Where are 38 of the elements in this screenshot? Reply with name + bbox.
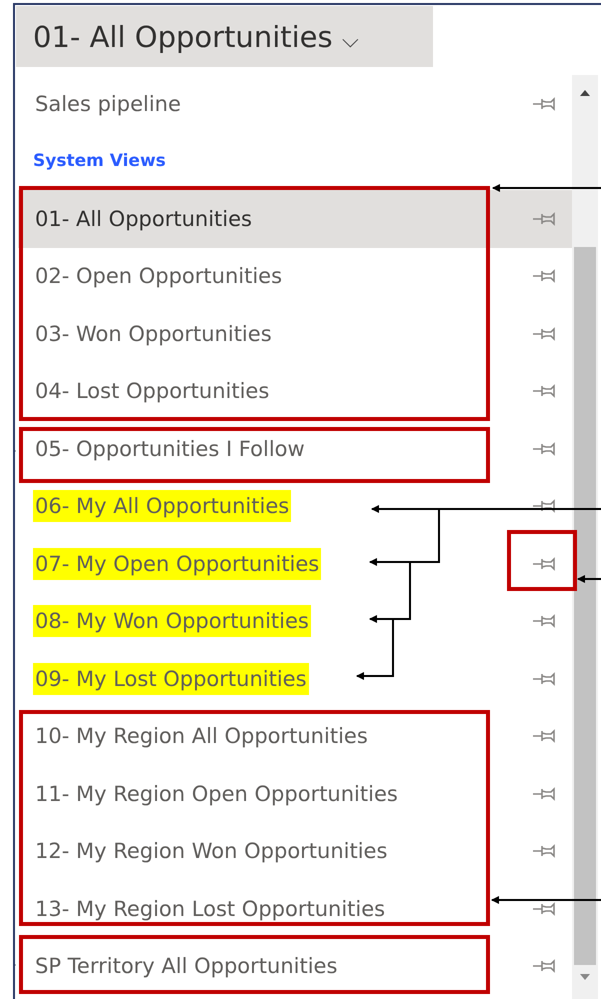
- view-item[interactable]: SP Territory All Opportunities: [18, 938, 572, 995]
- section-heading: System Views: [33, 151, 166, 172]
- view-item[interactable]: 09- My Lost Opportunities: [18, 650, 572, 708]
- view-label: Sales pipeline: [34, 90, 182, 118]
- view-label: SP Territory All Opportunities: [34, 953, 338, 980]
- view-item[interactable]: 07- My Open Opportunities: [18, 535, 572, 592]
- view-item[interactable]: 13- My Region Lost Opportunities: [18, 880, 572, 938]
- view-item-selected[interactable]: 01- All Opportunities: [18, 190, 572, 248]
- view-item[interactable]: 08- My Won Opportunities: [18, 592, 572, 650]
- view-item[interactable]: 10- My Region All Opportunities: [18, 708, 572, 765]
- scrollbar[interactable]: [572, 75, 598, 999]
- view-item[interactable]: 06- My All Opportunities: [18, 478, 572, 535]
- highlighted-view-label: 07- My Open Opportunities: [33, 548, 322, 580]
- view-label: 11- My Region Open Opportunities: [34, 780, 399, 808]
- view-label: 02- Open Opportunities: [34, 263, 284, 290]
- view-label: 12- My Region Won Opportunities: [34, 838, 388, 866]
- view-label: 03- Won Opportunities: [34, 320, 273, 348]
- pin-icon[interactable]: [532, 498, 558, 514]
- view-selector[interactable]: 01- All Opportunities ⌵: [16, 6, 433, 67]
- view-label: 05- Opportunities I Follow: [34, 436, 306, 463]
- view-item[interactable]: Sales pipeline: [18, 75, 572, 132]
- view-item[interactable]: 02- Open Opportunities: [18, 248, 572, 305]
- view-label: 04- Lost Opportunities: [34, 378, 270, 406]
- view-label: 10- My Region All Opportunities: [34, 723, 369, 750]
- view-item[interactable]: 11- My Region Open Opportunities: [18, 765, 572, 822]
- highlighted-view-label: 08- My Won Opportunities: [33, 605, 311, 638]
- scroll-up-icon[interactable]: [579, 89, 591, 97]
- scrollbar-thumb[interactable]: [574, 247, 596, 965]
- highlighted-view-label: 09- My Lost Opportunities: [33, 662, 309, 695]
- highlighted-view-label: 06- My All Opportunities: [33, 490, 292, 522]
- pin-icon[interactable]: [532, 900, 558, 917]
- view-item[interactable]: 03- Won Opportunities: [18, 305, 572, 362]
- scroll-down-icon[interactable]: [579, 973, 591, 981]
- view-label: 13- My Region Lost Opportunities: [34, 896, 386, 923]
- view-item[interactable]: 12- My Region Won Opportunities: [18, 822, 572, 880]
- view-label: 01- All Opportunities: [34, 206, 253, 233]
- view-item[interactable]: 05- Opportunities I Follow: [18, 420, 572, 478]
- view-item[interactable]: 04- Lost Opportunities: [18, 362, 572, 420]
